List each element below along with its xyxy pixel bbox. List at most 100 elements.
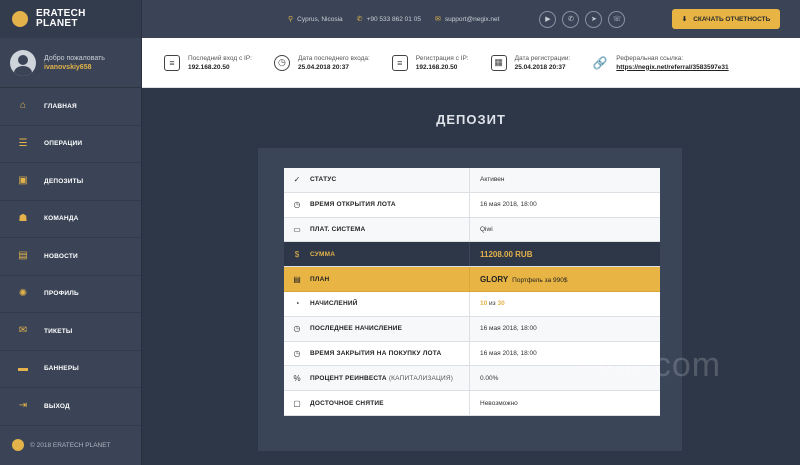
plan-desc: Портфель за 990$ (512, 276, 568, 284)
info-bar: ≡ Последний вход с IP: 192.168.20.50 ◷ Дата… (142, 38, 800, 88)
download-report-label: СКАЧАТЬ ОТЧЕТНОСТЬ (693, 15, 771, 23)
sidebar-item-label: ОПЕРАЦИИ (44, 140, 83, 148)
row-value: 0.00% (480, 374, 499, 382)
percent-icon: % (293, 373, 301, 383)
sidebar-item-label: БАННЕРЫ (44, 365, 79, 373)
email-text: support@negix.net (444, 15, 500, 23)
globe-icon (12, 11, 28, 27)
row-key: ДОСТОЧНОЕ СНЯТИЕ (310, 399, 384, 407)
gear-icon: ✺ (18, 287, 28, 299)
clock-icon: ◷ (293, 200, 301, 210)
row-key: ПОСЛЕДНЕЕ НАЧИСЛЕНИЕ (310, 325, 403, 333)
top-bar: ⚲ Cyprus, Nicosia ✆ +90 533 862 01 05 ✉ sup… (142, 0, 800, 38)
news-icon: ▤ (18, 250, 28, 262)
home-icon: ⌂ (19, 100, 27, 112)
info-reg-ip: ≡ Регистрация с IP: 192.168.20.50 (391, 54, 469, 71)
pie-chart-icon: ◔ (294, 299, 300, 309)
row-value: 16 мая 2018, 18:00 (480, 201, 537, 209)
location-pin-icon: ⚲ (288, 16, 294, 23)
row-key: ВРЕМЯ ЗАКРЫТИЯ НА ПОКУПКУ ЛОТА (310, 349, 442, 357)
page-title: ДЕПОЗИТ (436, 112, 506, 127)
clock-icon: ◷ (273, 54, 290, 71)
telegram-icon[interactable]: ➤ (585, 10, 603, 28)
contact-location: ⚲ Cyprus, Nicosia (288, 15, 343, 24)
globe-icon (12, 439, 24, 451)
row-key: НАЧИСЛЕНИЙ (310, 300, 358, 308)
row-accruals: ◔ НАЧИСЛЕНИЙ 10 из 30 (284, 291, 660, 317)
calendar-icon: ▦ (490, 54, 507, 71)
info-referral: 🔗 Реферальная ссылка: https://negix.net/re… (592, 54, 729, 71)
download-icon: ⬇ (681, 16, 688, 23)
avatar[interactable] (10, 49, 36, 76)
clock-icon: ◷ (293, 324, 301, 334)
sidebar-item-banners[interactable]: ▬ БАННЕРЫ (0, 351, 141, 388)
sidebar-item-label: НОВОСТИ (44, 252, 78, 260)
sidebar-item-team[interactable]: ☗ КОМАНДА (0, 201, 141, 238)
phone-icon: ✆ (356, 16, 363, 23)
briefcase-icon: ▤ (293, 274, 301, 284)
location-text: Cyprus, Nicosia (297, 15, 343, 23)
team-icon: ☗ (18, 212, 28, 224)
info-last-ip: ≡ Последний вход с IP: 192.168.20.50 (164, 54, 252, 71)
username: ivanovskiy658 (44, 63, 92, 71)
main-content: ДЕПОЗИТ ✓ СТАТУС Активен ◷ ВРЕМЯ ОТКРЫТИЯ Л… (142, 88, 800, 465)
copyright-text: © 2018 ERATECH PLANET (30, 441, 111, 449)
row-key: ПЛАТ. СИСТЕМА (310, 225, 366, 233)
info-label: Последний вход с IP: (188, 54, 252, 62)
row-key: СУММА (310, 250, 336, 258)
phone-text: +90 533 862 01 05 (366, 15, 421, 23)
whatsapp-icon[interactable]: ✆ (562, 10, 580, 28)
contact-email[interactable]: ✉ support@negix.net (434, 15, 500, 24)
row-value: Активен (480, 176, 505, 184)
deposit-icon: ▣ (18, 175, 28, 187)
row-amount: $ СУММА 11208.00 RUB (284, 242, 660, 268)
row-last-accrual: ◷ ПОСЛЕДНЕЕ НАЧИСЛЕНИЕ 16 мая 2018, 18:00 (284, 316, 660, 342)
sidebar-item-deposits[interactable]: ▣ ДЕПОЗИТЫ (0, 163, 141, 201)
row-key: СТАТУС (310, 176, 337, 184)
row-value: Qiwi (480, 225, 493, 233)
sidebar-item-profile[interactable]: ✺ ПРОФИЛЬ (0, 276, 141, 313)
banner-icon: ▬ (18, 362, 28, 374)
sidebar-nav: ⌂ ГЛАВНАЯ ☰ ОПЕРАЦИИ ▣ ДЕПОЗИТЫ ☗ КОМАНДА ▤ Н… (0, 88, 141, 426)
mail-icon: ✉ (434, 16, 441, 23)
row-value: 11208.00 RUB (480, 249, 533, 259)
row-pay-system: ▭ ПЛАТ. СИСТЕМА Qiwi (284, 217, 660, 243)
mail-icon: ✉ (18, 325, 28, 337)
info-label: Реферальная ссылка: (616, 54, 684, 62)
sidebar-item-operations[interactable]: ☰ ОПЕРАЦИИ (0, 126, 141, 163)
row-open-time: ◷ ВРЕМЯ ОТКРЫТИЯ ЛОТА 16 мая 2018, 18:00 (284, 192, 660, 218)
clock-icon: ◷ (293, 348, 301, 358)
row-plan: ▤ ПЛАН GLORY Портфель за 990$ (284, 267, 660, 292)
sidebar-item-label: ТИКЕТЫ (44, 327, 73, 335)
youtube-icon[interactable]: ▶ (539, 10, 557, 28)
exit-icon: ⇥ (18, 400, 28, 412)
accruals-sep: из (487, 300, 498, 308)
sidebar-item-exit[interactable]: ⇥ ВЫХОД (0, 388, 141, 426)
sidebar-item-label: ГЛАВНАЯ (44, 102, 77, 110)
row-status: ✓ СТАТУС Активен (284, 168, 660, 193)
plan-name: GLORY (480, 274, 509, 284)
sidebar-item-news[interactable]: ▤ НОВОСТИ (0, 238, 141, 276)
sidebar-item-label: ПРОФИЛЬ (44, 290, 79, 298)
logo[interactable]: ERATECH PLANET (0, 0, 141, 38)
referral-link[interactable]: https://negix.net/referral/3583597e31 (616, 64, 728, 71)
sidebar-item-home[interactable]: ⌂ ГЛАВНАЯ (0, 88, 141, 126)
link-icon: 🔗 (592, 55, 608, 70)
viber-icon[interactable]: ☏ (608, 10, 626, 28)
sidebar-item-tickets[interactable]: ✉ ТИКЕТЫ (0, 313, 141, 351)
info-label: Регистрация с IP: (415, 54, 469, 62)
check-circle-icon: ✓ (293, 175, 301, 185)
sidebar-item-label: ДЕПОЗИТЫ (44, 177, 84, 185)
accruals-total: 30 (497, 300, 505, 308)
sidebar-item-label: КОМАНДА (44, 215, 79, 223)
copyright: © 2018 ERATECH PLANET (12, 439, 111, 451)
row-key: ПРОЦЕНТ РЕИНВЕСТА (310, 374, 387, 382)
info-last-login: ◷ Дата последнего входа: 25.04.2018 20:37 (273, 54, 370, 71)
contact-phone[interactable]: ✆ +90 533 862 01 05 (356, 15, 421, 24)
user-block: Добро пожаловать ivanovskiy658 (0, 38, 141, 88)
row-value: 16 мая 2018, 18:00 (480, 325, 537, 333)
download-report-button[interactable]: ⬇ СКАЧАТЬ ОТЧЕТНОСТЬ (672, 9, 780, 29)
row-key-small: (КАПИТАЛИЗАЦИЯ) (388, 374, 454, 382)
logo-line-2: PLANET (36, 18, 78, 29)
info-value: 192.168.20.50 (415, 63, 458, 71)
